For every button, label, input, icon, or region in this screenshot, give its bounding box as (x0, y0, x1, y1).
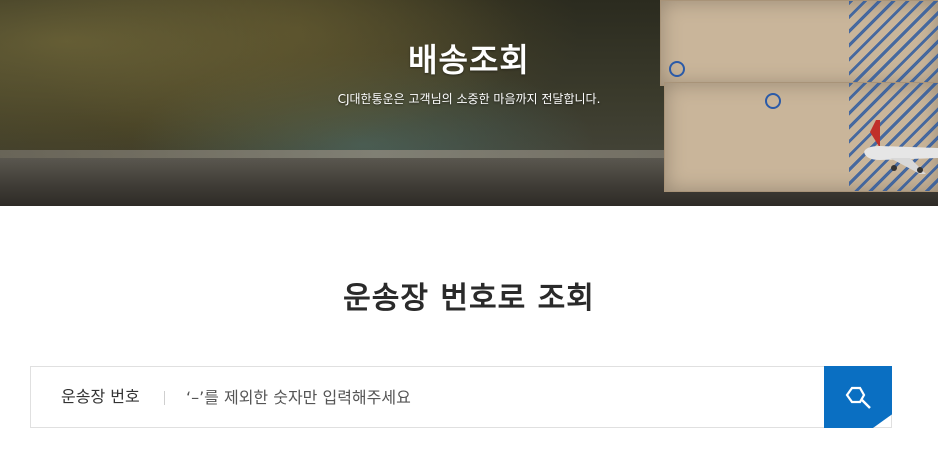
search-button[interactable] (824, 366, 892, 428)
tracking-number-input[interactable] (186, 367, 806, 427)
label-divider (164, 391, 165, 405)
page-title: 배송조회 (408, 41, 530, 79)
search-icon (845, 386, 871, 409)
hero-banner: 배송조회 CJ대한통운은 고객님의 소중한 마음까지 전달합니다. (0, 0, 938, 206)
section-title: 운송장 번호로 조회 (343, 281, 595, 316)
airplane-model-icon (864, 120, 938, 174)
tracking-number-label: 운송장 번호 (61, 387, 140, 406)
tracking-search-bar: 운송장 번호 (30, 366, 892, 428)
hero-subtitle: CJ대한통운은 고객님의 소중한 마음까지 전달합니다. (337, 92, 601, 106)
